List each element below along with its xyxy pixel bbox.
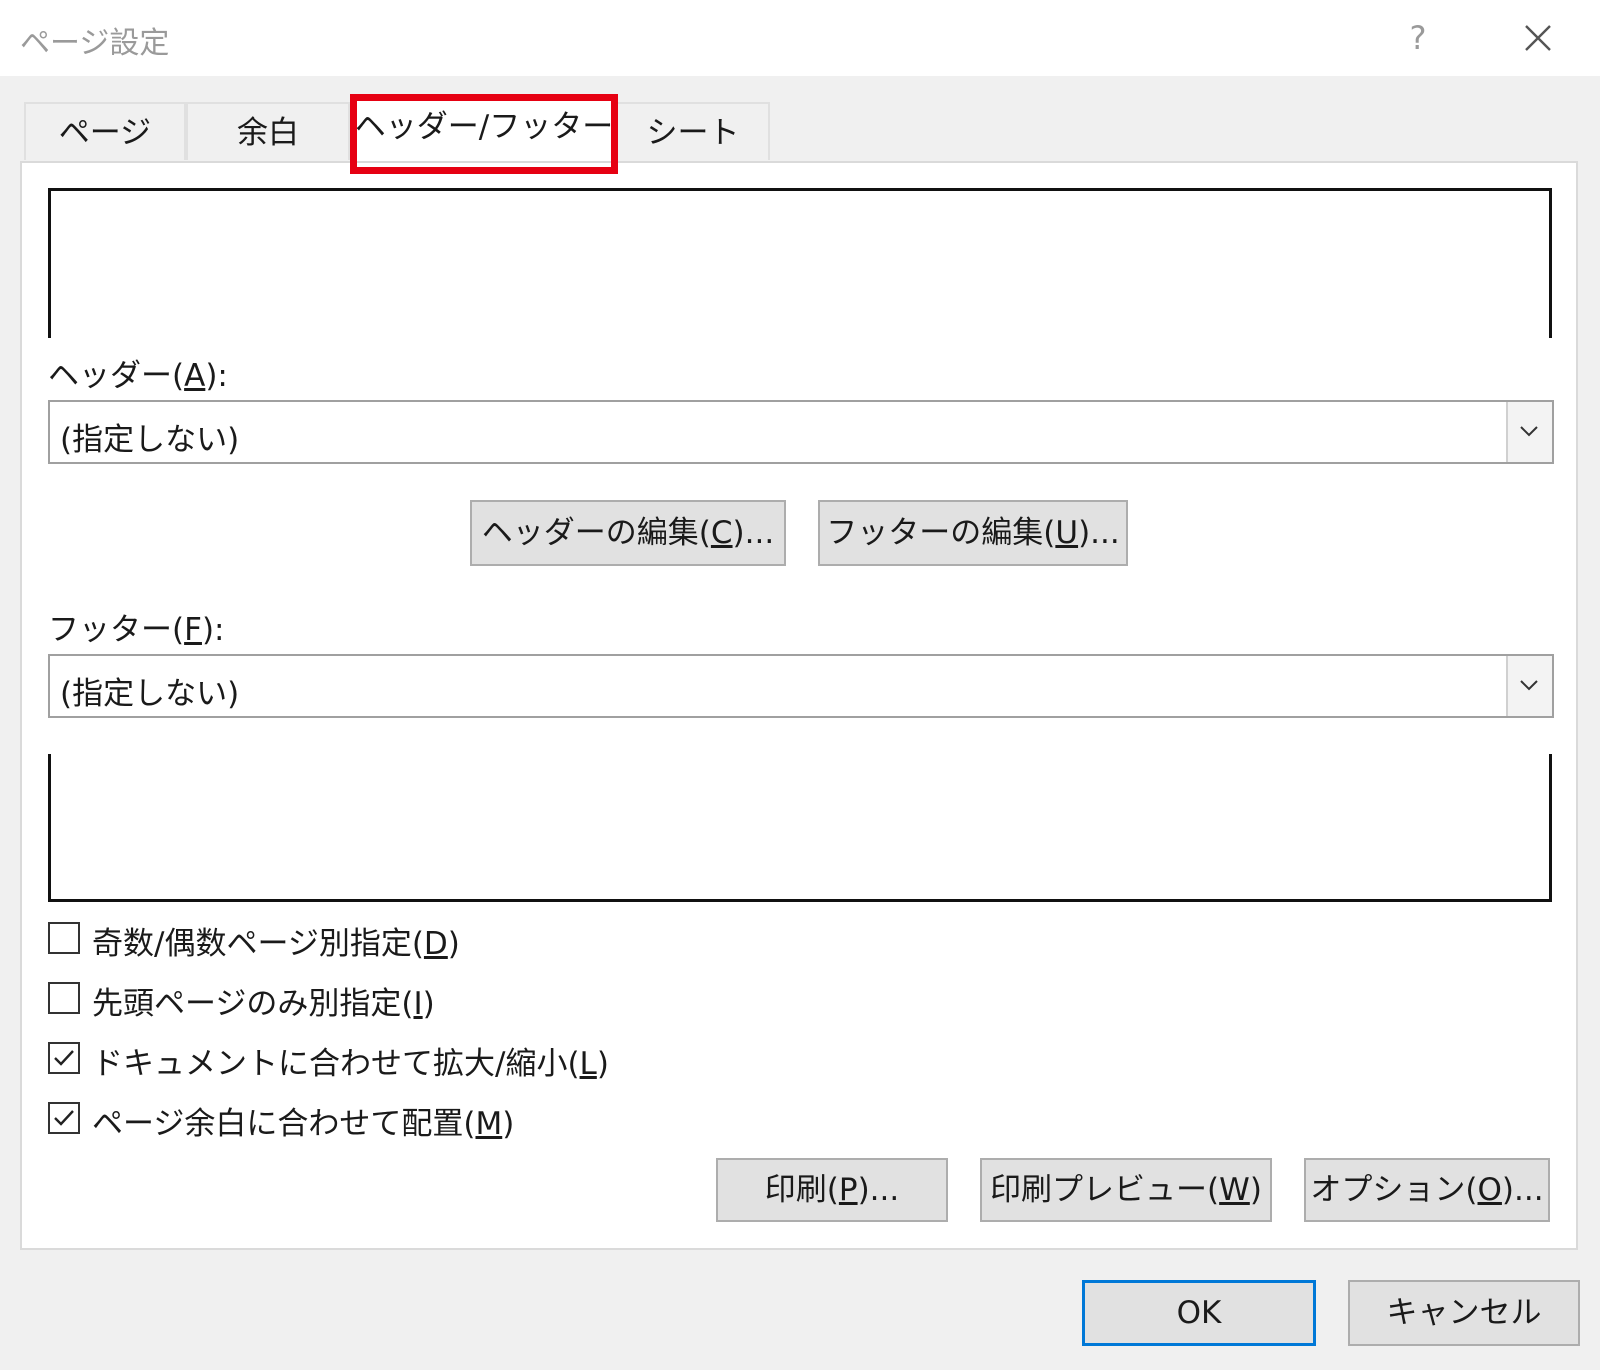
cancel-button[interactable]: キャンセル: [1348, 1280, 1580, 1346]
edit-header-button[interactable]: ヘッダーの編集(C)...: [470, 500, 786, 566]
footer-preview: [48, 754, 1552, 902]
header-preview: [48, 188, 1552, 338]
tab-margins[interactable]: 余白: [186, 102, 350, 160]
chevron-down-icon[interactable]: [1506, 656, 1552, 716]
checkbox-box[interactable]: [48, 1102, 80, 1134]
checkmark-icon: [54, 1110, 74, 1126]
footer-select-value: (指定しない): [60, 676, 240, 712]
title-bar: ページ設定 ?: [0, 0, 1600, 76]
help-button[interactable]: ?: [1396, 14, 1440, 62]
print-preview-button[interactable]: 印刷プレビュー(W): [980, 1158, 1272, 1222]
checkbox-label: ページ余白に合わせて配置(M): [92, 1106, 515, 1142]
checkbox-box[interactable]: [48, 922, 80, 954]
close-icon[interactable]: [1514, 16, 1562, 60]
footer-label: フッター(F):: [48, 612, 225, 648]
print-button[interactable]: 印刷(P)...: [716, 1158, 948, 1222]
tab-page[interactable]: ページ: [24, 102, 186, 160]
checkbox-box[interactable]: [48, 1042, 80, 1074]
checkbox-label: ドキュメントに合わせて拡大/縮小(L): [92, 1046, 609, 1082]
footer-select[interactable]: (指定しない): [48, 654, 1554, 718]
chevron-down-icon[interactable]: [1506, 402, 1552, 462]
tab-sheet[interactable]: シート: [616, 102, 770, 160]
header-select[interactable]: (指定しない): [48, 400, 1554, 464]
header-label: ヘッダー(A):: [48, 358, 228, 394]
dialog-title: ページ設定: [20, 26, 170, 61]
options-button[interactable]: オプション(O)...: [1304, 1158, 1550, 1222]
checkmark-icon: [54, 1050, 74, 1066]
ok-button[interactable]: OK: [1082, 1280, 1316, 1346]
checkbox-box[interactable]: [48, 982, 80, 1014]
checkbox-label: 奇数/偶数ページ別指定(D): [92, 926, 460, 962]
header-select-value: (指定しない): [60, 422, 240, 458]
tab-header-footer[interactable]: ヘッダー/フッター: [352, 96, 616, 164]
checkbox-label: 先頭ページのみ別指定(I): [92, 986, 435, 1022]
edit-footer-button[interactable]: フッターの編集(U)...: [818, 500, 1128, 566]
